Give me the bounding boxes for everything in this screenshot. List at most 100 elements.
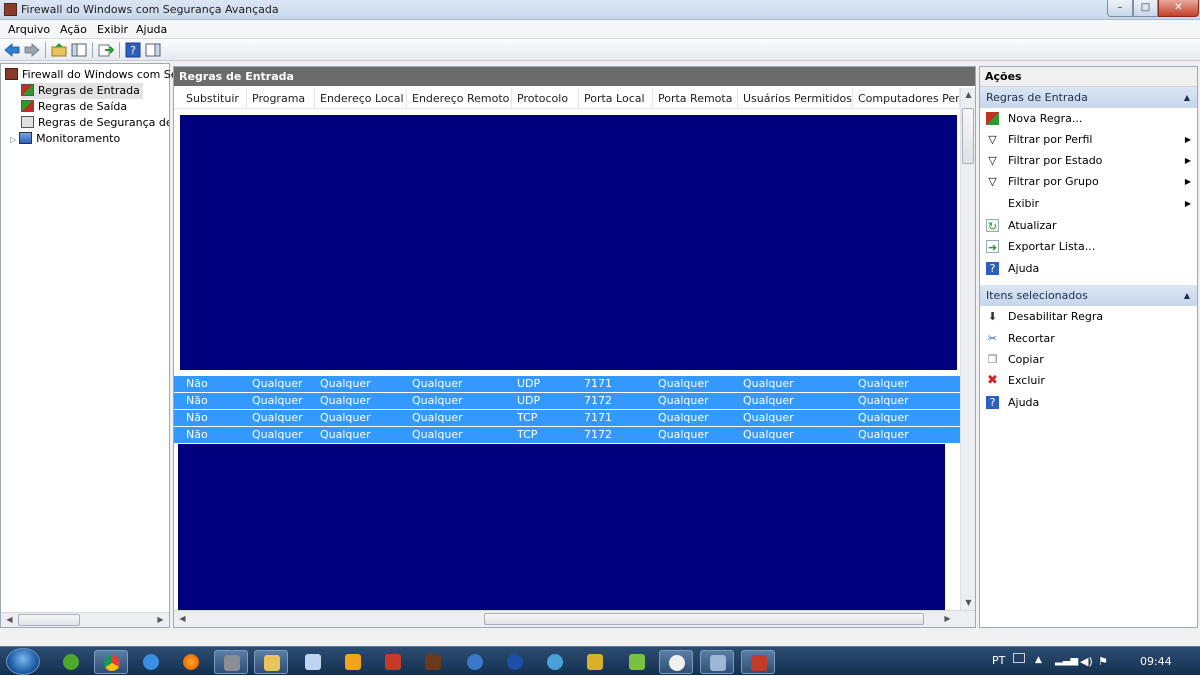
action-ajuda[interactable]: ? Ajuda: [980, 258, 1197, 279]
taskbar-app-game[interactable]: [376, 650, 410, 674]
table-cell: Não: [186, 394, 208, 407]
scroll-thumb[interactable]: [18, 614, 80, 626]
tree-item-regras-saida[interactable]: Regras de Saída: [21, 99, 127, 115]
table-row[interactable]: Não Qualquer Qualquer Qualquer TCP 7172 Qualqu…: [174, 427, 960, 443]
help-icon[interactable]: ?: [125, 42, 141, 58]
taskbar-app-network[interactable]: [578, 650, 612, 674]
close-button[interactable]: ✕: [1158, 0, 1199, 17]
taskbar-app-notepad-plus[interactable]: [620, 650, 654, 674]
table-cell: UDP: [517, 394, 541, 407]
table-cell: Qualquer: [252, 394, 303, 407]
taskbar-app-chrome[interactable]: [94, 650, 128, 674]
action-copiar[interactable]: ❐ Copiar: [980, 349, 1197, 370]
menu-acao[interactable]: Ação: [60, 23, 87, 36]
action-recortar[interactable]: ✂ Recortar: [980, 328, 1197, 349]
table-row[interactable]: Não Qualquer Qualquer Qualquer UDP 7171 Qualqu…: [174, 376, 960, 392]
column-header[interactable]: Usuários Permitidos: [738, 88, 853, 109]
show-hidden-icons-icon[interactable]: ▲: [1035, 655, 1042, 665]
taskbar-app-downloader[interactable]: [458, 650, 492, 674]
table-cell: Não: [186, 411, 208, 424]
taskbar-app-globe[interactable]: [538, 650, 572, 674]
section-regras-entrada[interactable]: Regras de Entrada ▲: [980, 87, 1197, 108]
tree-item-regras-entrada[interactable]: Regras de Entrada: [21, 83, 143, 99]
network-icon[interactable]: ▂▃▅: [1055, 655, 1078, 666]
taskbar-app-firewall[interactable]: [741, 650, 775, 674]
column-header[interactable]: Protocolo: [512, 88, 579, 109]
taskbar-app-skype[interactable]: [659, 650, 693, 674]
column-header[interactable]: Programa: [247, 88, 315, 109]
scroll-thumb[interactable]: [484, 613, 924, 625]
column-header[interactable]: Computadores Permit: [853, 88, 960, 109]
submenu-arrow-icon: ▶: [1184, 156, 1191, 165]
taskbar-app-bitmap[interactable]: [416, 650, 450, 674]
refresh-icon: ↻: [986, 219, 999, 233]
volume-icon[interactable]: ◀): [1080, 655, 1093, 668]
action-nova-regra[interactable]: Nova Regra...: [980, 108, 1197, 129]
scroll-down-icon[interactable]: ▼: [961, 596, 976, 610]
action-filtrar-grupo[interactable]: ▽ Filtrar por Grupo ▶: [980, 171, 1197, 192]
start-button[interactable]: [6, 648, 40, 675]
tree-root[interactable]: Firewall do Windows com Segu: [5, 67, 191, 83]
scroll-right-icon[interactable]: ▶: [153, 613, 168, 627]
action-excluir[interactable]: ✖ Excluir: [980, 370, 1197, 391]
tree-item-seguranca-conexao[interactable]: Regras de Segurança de Co: [21, 115, 169, 131]
action-desabilitar-regra[interactable]: ⬇ Desabilitar Regra: [980, 306, 1197, 327]
table-cell: Não: [186, 428, 208, 441]
taskbar-app-internet-explorer[interactable]: [134, 650, 168, 674]
rules-horizontal-scrollbar[interactable]: ◀ ▶: [174, 610, 975, 627]
taskbar-app-utorrent[interactable]: [54, 650, 88, 674]
column-header[interactable]: Endereço Remoto: [407, 88, 512, 109]
minimize-button[interactable]: –: [1107, 0, 1133, 17]
taskbar-app-mmc[interactable]: [700, 650, 734, 674]
show-hide-tree-icon[interactable]: [71, 42, 87, 58]
column-header[interactable]: Porta Remota: [653, 88, 738, 109]
table-cell: Qualquer: [743, 411, 794, 424]
show-hide-action-pane-icon[interactable]: [145, 42, 161, 58]
taskbar-app-tibia[interactable]: [214, 650, 248, 674]
table-cell: Qualquer: [858, 394, 909, 407]
taskbar-app-media-player[interactable]: [336, 650, 370, 674]
expand-icon[interactable]: ▷: [10, 135, 16, 144]
collapse-icon[interactable]: ▲: [1184, 285, 1190, 306]
forward-icon[interactable]: [24, 42, 40, 58]
maximize-button[interactable]: □: [1133, 0, 1158, 17]
action-exibir[interactable]: Exibir ▶: [980, 193, 1197, 214]
rules-vertical-scrollbar[interactable]: ▲ ▼: [960, 88, 975, 610]
taskbar-app-firefox[interactable]: [174, 650, 208, 674]
menu-exibir[interactable]: Exibir: [97, 23, 128, 36]
action-exportar-lista[interactable]: ➜ Exportar Lista...: [980, 236, 1197, 257]
tree-horizontal-scrollbar[interactable]: ◀ ▶: [1, 612, 169, 627]
table-row[interactable]: Não Qualquer Qualquer Qualquer TCP 7171 Qualqu…: [174, 410, 960, 426]
action-ajuda-selecionados[interactable]: ? Ajuda: [980, 392, 1197, 413]
scroll-left-icon[interactable]: ◀: [2, 613, 17, 627]
action-center-flag-icon[interactable]: ⚑: [1098, 655, 1108, 668]
action-filtrar-estado[interactable]: ▽ Filtrar por Estado ▶: [980, 150, 1197, 171]
taskbar-app-notes[interactable]: [296, 650, 330, 674]
tree-item-monitoramento[interactable]: ▷ Monitoramento: [10, 131, 120, 147]
action-filtrar-perfil[interactable]: ▽ Filtrar por Perfil ▶: [980, 129, 1197, 150]
scroll-right-icon[interactable]: ▶: [940, 612, 955, 626]
column-header[interactable]: Substituir: [181, 88, 247, 109]
keyboard-icon[interactable]: [1013, 653, 1025, 663]
up-folder-icon[interactable]: [51, 42, 67, 58]
column-header[interactable]: Endereço Local: [315, 88, 407, 109]
column-header[interactable]: Porta Local: [579, 88, 653, 109]
language-indicator[interactable]: PT: [992, 654, 1005, 667]
action-atualizar[interactable]: ↻ Atualizar: [980, 215, 1197, 236]
taskbar-app-explorer[interactable]: [254, 650, 288, 674]
scroll-thumb[interactable]: [962, 108, 974, 164]
clock[interactable]: 09:44: [1140, 655, 1172, 668]
menu-ajuda[interactable]: Ajuda: [136, 23, 167, 36]
back-icon[interactable]: [4, 42, 20, 58]
mmc-window: Firewall do Windows com Segurança Avança…: [0, 0, 1200, 646]
section-itens-selecionados[interactable]: Itens selecionados ▲: [980, 285, 1197, 306]
collapse-icon[interactable]: ▲: [1184, 87, 1190, 108]
rules-list: Não Qualquer Qualquer Qualquer UDP 7171 Qualqu…: [174, 110, 960, 610]
scroll-left-icon[interactable]: ◀: [175, 612, 190, 626]
taskbar-app-browser-blue[interactable]: [498, 650, 532, 674]
export-icon[interactable]: [98, 42, 114, 58]
table-row[interactable]: Não Qualquer Qualquer Qualquer UDP 7172 Qualqu…: [174, 393, 960, 409]
copy-icon: ❐: [987, 353, 998, 366]
scroll-up-icon[interactable]: ▲: [961, 88, 976, 102]
menu-arquivo[interactable]: Arquivo: [8, 23, 50, 36]
